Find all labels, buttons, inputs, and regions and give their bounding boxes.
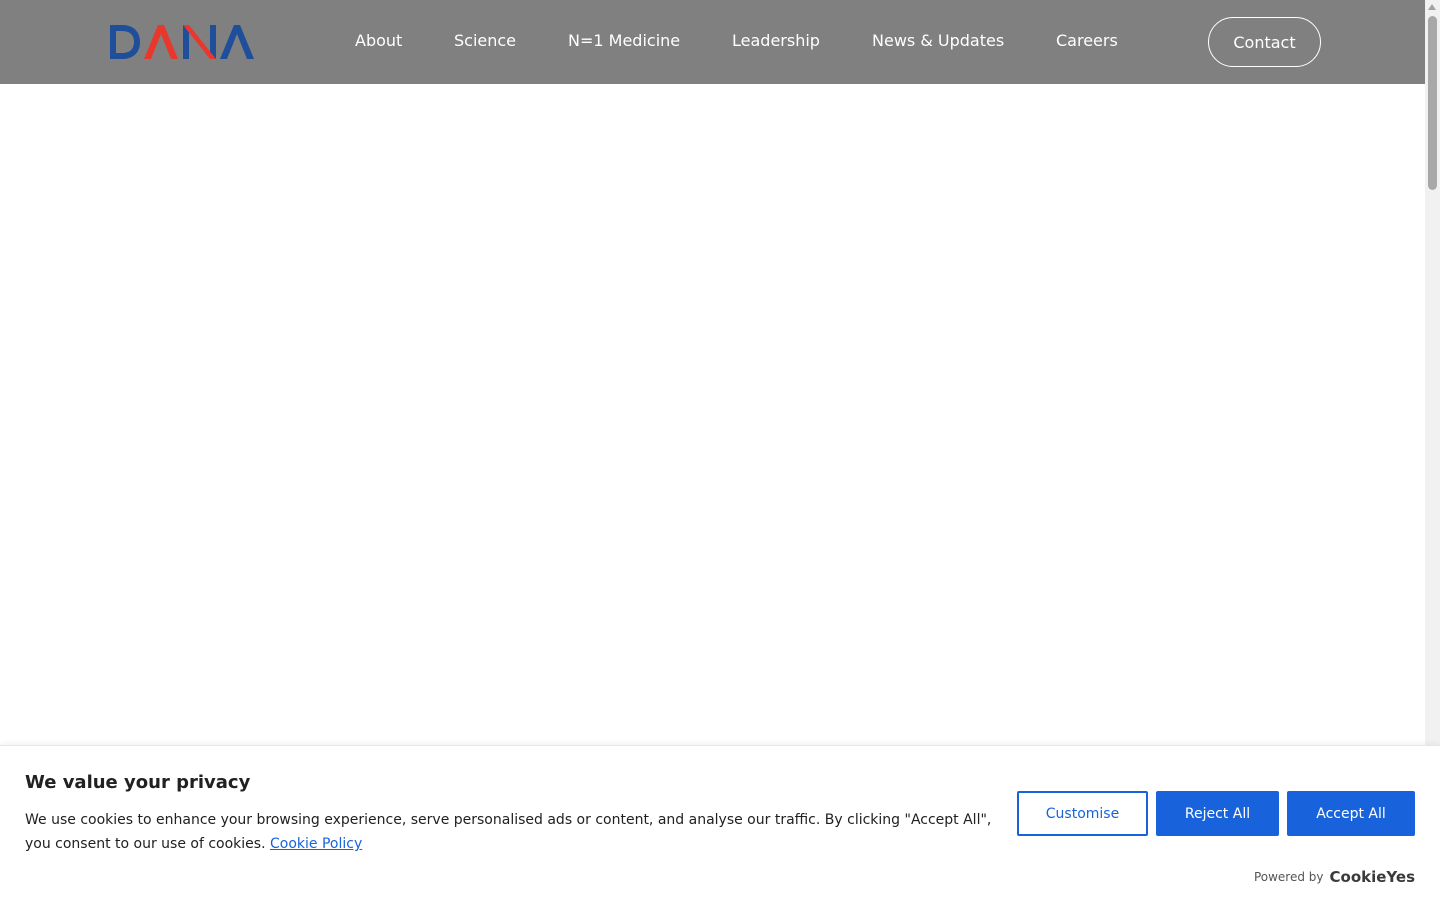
cookie-description: We use cookies to enhance your browsing … — [25, 808, 1000, 856]
scrollbar-thumb[interactable] — [1428, 16, 1437, 190]
contact-button[interactable]: Contact — [1208, 17, 1321, 67]
scroll-up-arrow-icon[interactable] — [1428, 4, 1436, 10]
nav-n1-medicine[interactable]: N=1 Medicine — [568, 29, 680, 53]
nav-about[interactable]: About — [355, 29, 402, 53]
accept-all-button[interactable]: Accept All — [1287, 791, 1415, 836]
cookie-description-text: We use cookies to enhance your browsing … — [25, 812, 992, 852]
cookieyes-logo[interactable]: CookieYes — [1330, 868, 1416, 886]
site-header: About Science N=1 Medicine Leadership Ne… — [0, 0, 1425, 84]
powered-by: Powered by CookieYes — [1254, 868, 1415, 886]
powered-by-label: Powered by — [1253, 870, 1324, 884]
nav-careers[interactable]: Careers — [1056, 29, 1118, 53]
dana-logo[interactable] — [108, 22, 258, 62]
cookie-consent-banner: We value your privacy We use cookies to … — [0, 745, 1440, 900]
reject-all-button[interactable]: Reject All — [1156, 791, 1279, 836]
nav-leadership[interactable]: Leadership — [732, 29, 820, 53]
nav-science[interactable]: Science — [454, 29, 516, 53]
dana-logo-icon — [110, 25, 254, 59]
cookie-title: We value your privacy — [25, 772, 251, 793]
customise-button[interactable]: Customise — [1017, 791, 1148, 836]
cookie-policy-link[interactable]: Cookie Policy — [270, 836, 362, 852]
nav-news-updates[interactable]: News & Updates — [872, 29, 1004, 53]
